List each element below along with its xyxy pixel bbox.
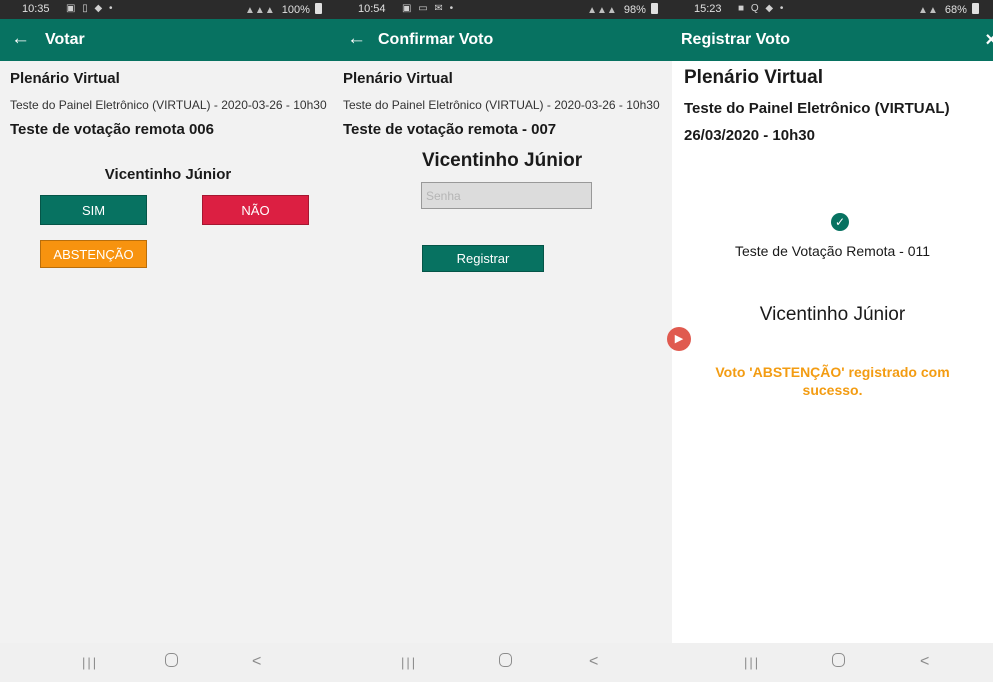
abstencao-button[interactable]: ABSTENÇÃO bbox=[40, 240, 147, 268]
video-camera-icon[interactable]: ▶ bbox=[667, 327, 691, 351]
voter-name: Vicentinho Júnior bbox=[422, 150, 583, 171]
system-nav-bar: ||| < bbox=[0, 643, 336, 682]
status-time: 15:23 bbox=[694, 3, 722, 15]
session-info: Teste do Painel Eletrônico (VIRTUAL) - 2… bbox=[343, 98, 660, 112]
page-title: Votar bbox=[45, 31, 85, 48]
status-bar: 10:54 ▣ ▭ ✉ • ▲▲▲ 98% bbox=[336, 0, 672, 19]
battery-icon bbox=[315, 3, 322, 14]
home-icon[interactable] bbox=[832, 653, 845, 672]
recents-icon[interactable]: ||| bbox=[744, 655, 760, 670]
session-datetime: 26/03/2020 - 10h30 bbox=[684, 127, 815, 144]
nao-button[interactable]: NÃO bbox=[202, 195, 309, 225]
recents-icon[interactable]: ||| bbox=[82, 655, 98, 670]
session-info: Teste do Painel Eletrônico (VIRTUAL) - 2… bbox=[10, 98, 327, 112]
org-title: Plenário Virtual bbox=[10, 70, 120, 87]
battery-icon bbox=[972, 3, 979, 14]
session-info: Teste do Painel Eletrônico (VIRTUAL) bbox=[684, 100, 950, 117]
app-bar: ← Votar bbox=[0, 19, 336, 61]
nav-back-icon[interactable]: < bbox=[920, 653, 929, 671]
status-right: ▲▲ 68% bbox=[918, 3, 979, 16]
status-bar: 15:23 ■ Q ◆ • ▲▲ 68% bbox=[672, 0, 993, 19]
close-icon[interactable]: × bbox=[985, 29, 993, 52]
notification-icons: ■ Q ◆ • bbox=[738, 3, 786, 14]
screen-votar: 10:35 ▣ ▯ ◆ • ▲▲▲ 100% ← Votar Plenário … bbox=[0, 0, 336, 682]
registrar-button[interactable]: Registrar bbox=[422, 245, 544, 272]
app-bar: ← Confirmar Voto bbox=[336, 19, 672, 61]
voter-name: Vicentinho Júnior bbox=[104, 166, 232, 183]
status-right: ▲▲▲ 100% bbox=[245, 3, 322, 16]
system-nav-bar: ||| < bbox=[336, 643, 672, 682]
vote-title: Teste de votação remota - 007 bbox=[343, 121, 557, 138]
status-right: ▲▲▲ 98% bbox=[587, 3, 658, 16]
nav-back-icon[interactable]: < bbox=[589, 653, 598, 671]
signal-icon: ▲▲▲ bbox=[587, 5, 617, 16]
battery-level: 98% bbox=[623, 4, 646, 16]
signal-icon: ▲▲▲ bbox=[245, 5, 275, 16]
password-field[interactable]: Senha bbox=[421, 182, 592, 209]
battery-level: 68% bbox=[944, 4, 967, 16]
screen-registrar-voto: 15:23 ■ Q ◆ • ▲▲ 68% Registrar Voto × Pl… bbox=[672, 0, 993, 682]
home-icon[interactable] bbox=[499, 653, 512, 672]
recents-icon[interactable]: ||| bbox=[401, 655, 417, 670]
status-bar: 10:35 ▣ ▯ ◆ • ▲▲▲ 100% bbox=[0, 0, 336, 19]
check-circle-icon: ✓ bbox=[831, 213, 849, 231]
vote-title: Teste de Votação Remota - 011 bbox=[734, 243, 931, 259]
voter-name: Vicentinho Júnior bbox=[759, 304, 906, 325]
success-message: Voto 'ABSTENÇÃO' registrado com sucesso. bbox=[715, 364, 950, 398]
battery-level: 100% bbox=[281, 4, 310, 16]
screen-confirmar-voto: 10:54 ▣ ▭ ✉ • ▲▲▲ 98% ← Confirmar Voto P… bbox=[336, 0, 672, 682]
org-title: Plenário Virtual bbox=[343, 70, 453, 87]
page-title: Confirmar Voto bbox=[378, 31, 494, 48]
status-time: 10:35 bbox=[22, 3, 50, 15]
battery-icon bbox=[651, 3, 658, 14]
nav-back-icon[interactable]: < bbox=[252, 653, 261, 671]
system-nav-bar: ||| < bbox=[672, 643, 993, 682]
org-title: Plenário Virtual bbox=[684, 67, 824, 88]
back-arrow-icon[interactable]: ← bbox=[347, 29, 366, 49]
three-screen-collage: 10:35 ▣ ▯ ◆ • ▲▲▲ 100% ← Votar Plenário … bbox=[0, 0, 993, 682]
status-time: 10:54 bbox=[358, 3, 386, 15]
home-icon[interactable] bbox=[165, 653, 178, 672]
sim-button[interactable]: SIM bbox=[40, 195, 147, 225]
notification-icons: ▣ ▯ ◆ • bbox=[66, 3, 115, 14]
app-bar: Registrar Voto × bbox=[672, 19, 993, 61]
page-title: Registrar Voto bbox=[681, 31, 791, 48]
back-arrow-icon[interactable]: ← bbox=[11, 29, 30, 49]
notification-icons: ▣ ▭ ✉ • bbox=[402, 3, 456, 14]
signal-icon: ▲▲ bbox=[918, 5, 938, 16]
vote-title: Teste de votação remota 006 bbox=[10, 121, 214, 138]
